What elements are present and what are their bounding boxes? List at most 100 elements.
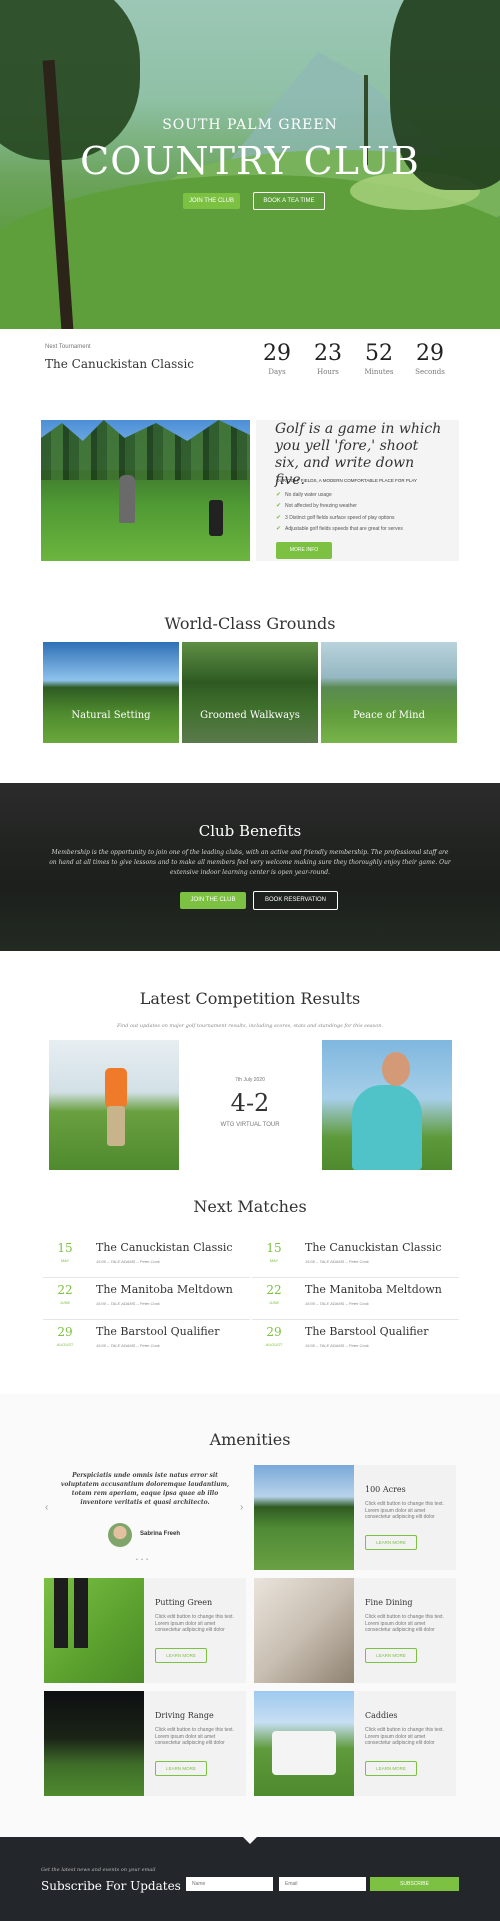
avatar: [108, 1523, 132, 1547]
tree-left: [0, 0, 140, 160]
match-row[interactable]: 29 AUGUST The Barstool Qualifier 16:00 –…: [252, 1321, 459, 1362]
amenity-desc: Click edit button to change this text. L…: [365, 1614, 444, 1633]
ground-card-natural[interactable]: Natural Setting: [43, 642, 179, 743]
amenity-card-100-acres[interactable]: 100 Acres Click edit button to change th…: [254, 1465, 456, 1570]
amenity-title: Fine Dining: [365, 1598, 413, 1607]
match-row[interactable]: 22 JUNE The Manitoba Meltdown 16:00 – TA…: [252, 1279, 459, 1320]
golfer-photo: [41, 420, 250, 561]
match-name: The Barstool Qualifier: [96, 1325, 220, 1338]
match-meta: 16:00 – TALE ADAMS – Peter Cook: [305, 1343, 369, 1348]
match-row[interactable]: 29 AUGUST The Barstool Qualifier 16:00 –…: [43, 1321, 250, 1362]
testimonial-author: Sabrina Freeh: [140, 1531, 181, 1537]
check-text: Adjustable golf fields speeds that are g…: [285, 526, 403, 532]
amenity-title: Caddies: [365, 1711, 398, 1720]
learn-more-button[interactable]: LEARN MORE: [155, 1648, 207, 1663]
match-month: MAY: [60, 1258, 70, 1263]
carousel-dots[interactable]: • • •: [136, 1557, 149, 1563]
player-shirt: [352, 1085, 422, 1170]
countdown-days-value: 29: [263, 341, 291, 366]
result-player-right-photo: [322, 1040, 452, 1170]
join-club-button[interactable]: JOIN THE CLUB: [183, 193, 240, 209]
result-score: 4-2: [230, 1089, 270, 1117]
amenity-card-fine-dining[interactable]: Fine Dining Click edit button to change …: [254, 1578, 456, 1683]
learn-more-button[interactable]: LEARN MORE: [365, 1648, 417, 1663]
matches-title: Next Matches: [193, 1197, 307, 1216]
match-meta: 16:00 – TALE ADAMS – Peter Cook: [305, 1301, 369, 1306]
check-item: ✔ Not affected by freezing weather: [276, 502, 357, 509]
match-row[interactable]: 22 JUNE The Manitoba Meltdown 16:00 – TA…: [43, 1279, 250, 1320]
amenities-title: Amenities: [209, 1430, 291, 1449]
testimonial-quote: Perspiciatis unde omnis iste natus error…: [60, 1472, 230, 1506]
amenity-desc: Click edit button to change this text. L…: [365, 1727, 444, 1746]
match-name: The Barstool Qualifier: [305, 1325, 429, 1338]
learn-more-button[interactable]: LEARN MORE: [365, 1535, 417, 1550]
countdown-minutes-label: Minutes: [364, 368, 394, 376]
match-month: AUGUST: [56, 1342, 74, 1347]
next-tournament-label: Next Tournament: [45, 344, 91, 350]
book-tee-time-button[interactable]: BOOK A TEA TIME: [253, 192, 325, 210]
countdown-seconds-value: 29: [416, 341, 444, 366]
player-head: [382, 1052, 410, 1086]
amenity-photo: [254, 1465, 354, 1570]
check-item: ✔ Adjustable golf fields speeds that are …: [276, 525, 403, 532]
carousel-prev-icon[interactable]: ‹: [45, 1502, 48, 1513]
golfer-figure: [119, 475, 135, 523]
match-row[interactable]: 15 MAY The Canuckistan Classic 16:00 – T…: [43, 1237, 250, 1278]
countdown-seconds: 29 Seconds: [410, 341, 450, 376]
match-name: The Manitoba Meltdown: [96, 1283, 233, 1296]
check-text: No daily water usage: [285, 492, 332, 498]
check-icon: ✔: [276, 492, 282, 498]
match-meta: 16:00 – TALE ADAMS – Peter Cook: [96, 1343, 160, 1348]
result-player-left-photo: [49, 1040, 179, 1170]
golf-cart: [272, 1731, 336, 1775]
countdown-hours-label: Hours: [317, 368, 339, 376]
result-date: 7th July 2020: [235, 1077, 265, 1083]
more-info-button[interactable]: MORE INFO: [276, 542, 332, 559]
player-shorts: [107, 1106, 125, 1146]
learn-more-button[interactable]: LEARN MORE: [365, 1761, 417, 1776]
match-day: 29: [57, 1325, 73, 1339]
subscribe-name-input[interactable]: [186, 1877, 273, 1891]
check-icon: ✔: [276, 526, 282, 532]
match-row[interactable]: 15 MAY The Canuckistan Classic 16:00 – T…: [252, 1237, 459, 1278]
learn-more-button[interactable]: LEARN MORE: [155, 1761, 207, 1776]
ground-card-label: Natural Setting: [71, 710, 151, 721]
player-shirt: [105, 1068, 127, 1108]
grounds-title: World-Class Grounds: [164, 614, 336, 633]
hero-subtitle: SOUTH PALM GREEN: [162, 117, 338, 133]
ground-card-walkways[interactable]: Groomed Walkways: [182, 642, 318, 743]
check-text: 3 Distinct golf fields surface speed of …: [285, 515, 395, 521]
match-meta: 16:00 – TALE ADAMS – Peter Cook: [305, 1259, 369, 1264]
amenity-desc: Click edit button to change this text. L…: [155, 1727, 234, 1746]
amenity-card-caddies[interactable]: Caddies Click edit button to change this…: [254, 1691, 456, 1796]
benefits-join-button[interactable]: JOIN THE CLUB: [180, 892, 246, 909]
match-day: 15: [57, 1241, 73, 1255]
golfer-legs: [54, 1578, 68, 1648]
subscribe-caption: Get the latest news and events on your e…: [41, 1867, 156, 1873]
golf-bag: [209, 500, 223, 536]
footer-notch: [243, 1837, 257, 1844]
amenity-card-putting-green[interactable]: Putting Green Click edit button to chang…: [44, 1578, 246, 1683]
amenity-photo: [254, 1691, 354, 1796]
ground-card-label: Groomed Walkways: [200, 710, 300, 721]
check-icon: ✔: [276, 515, 282, 521]
amenity-photo: [44, 1691, 144, 1796]
match-month: MAY: [269, 1258, 279, 1263]
book-reservation-button[interactable]: BOOK RESERVATION: [253, 891, 338, 910]
check-icon: ✔: [276, 503, 282, 509]
ground-card-peace[interactable]: Peace of Mind: [321, 642, 457, 743]
match-day: 15: [266, 1241, 282, 1255]
amenity-card-driving-range[interactable]: Driving Range Click edit button to chang…: [44, 1691, 246, 1796]
subscribe-title: Subscribe For Updates: [41, 1879, 181, 1893]
ground-card-label: Peace of Mind: [352, 710, 426, 721]
match-meta: 16:00 – TALE ADAMS – Peter Cook: [96, 1259, 160, 1264]
check-item: ✔ 3 Distinct golf fields surface speed of…: [276, 514, 395, 521]
subscribe-email-input[interactable]: [279, 1877, 366, 1891]
match-name: The Canuckistan Classic: [305, 1241, 442, 1254]
match-month: JUNE: [268, 1300, 280, 1305]
match-name: The Canuckistan Classic: [96, 1241, 233, 1254]
pine-trees: [41, 420, 250, 480]
carousel-next-icon[interactable]: ›: [240, 1502, 243, 1513]
subscribe-button[interactable]: SUBSCRIBE: [370, 1877, 459, 1891]
golfer-legs: [74, 1578, 88, 1648]
